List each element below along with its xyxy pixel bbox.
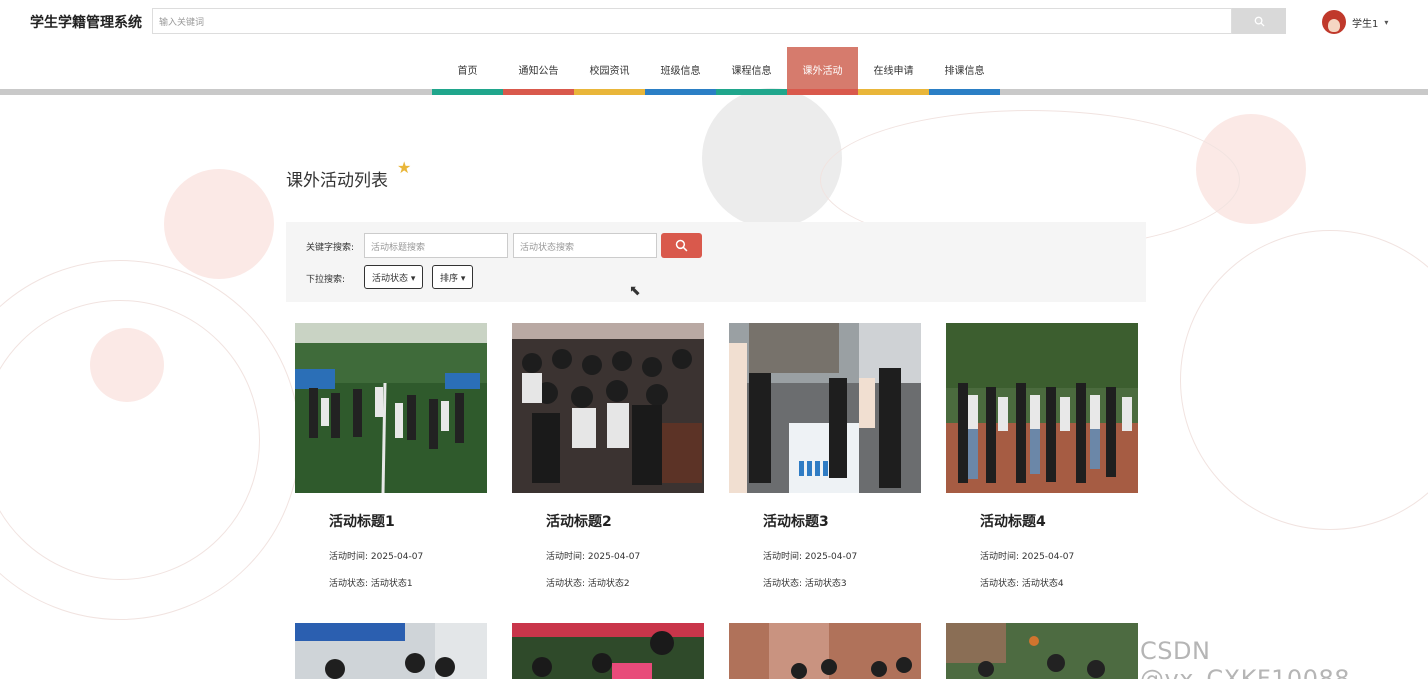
status-dropdown[interactable]: 活动状态 ▾ <box>364 265 424 289</box>
activity-card[interactable]: 活动标题2 活动时间: 2025-04-07 活动状态: 活动状态2 <box>512 323 704 613</box>
search-icon <box>1254 16 1265 27</box>
nav-item-label: 课程信息 <box>731 66 772 77</box>
app-brand[interactable]: 学生学籍管理系统 <box>30 12 142 32</box>
nav-item-color-bar <box>858 89 929 95</box>
filter-search-button[interactable] <box>661 233 702 258</box>
sort-dropdown[interactable]: 排序 ▾ <box>432 265 474 289</box>
activity-photo <box>512 623 704 679</box>
nav-item-color-bar <box>929 89 1000 95</box>
activity-time: 活动时间: 2025-04-07 <box>980 552 1075 562</box>
activity-title: 活动标题3 <box>763 514 829 530</box>
nav-item-color-bar <box>787 89 858 95</box>
nav-item[interactable]: 排课信息 <box>929 47 1000 95</box>
watermark: CSDN @vx_CXKF10088 <box>1140 637 1350 679</box>
dropdown-search-label: 下拉搜索: <box>306 275 346 285</box>
avatar <box>1322 10 1346 34</box>
nav-item[interactable]: 首页 <box>432 47 503 95</box>
activity-status: 活动状态: 活动状态4 <box>980 579 1064 589</box>
username: 学生1 <box>1352 18 1379 30</box>
search-icon <box>675 239 688 252</box>
activity-photo <box>295 323 487 493</box>
activity-time: 活动时间: 2025-04-07 <box>546 552 641 562</box>
nav-item-label: 通知公告 <box>518 66 559 77</box>
activity-status: 活动状态: 活动状态2 <box>546 579 630 589</box>
activity-photo <box>946 623 1138 679</box>
nav-item-color-bar <box>503 89 574 95</box>
nav-item[interactable]: 在线申请 <box>858 47 929 95</box>
activity-photo <box>295 623 487 679</box>
activity-photo <box>729 623 921 679</box>
activity-card[interactable]: 活动标题3 活动时间: 2025-04-07 活动状态: 活动状态3 <box>729 323 921 613</box>
title-search-input[interactable]: 活动标题搜索 <box>364 233 508 258</box>
background-circle <box>164 169 274 279</box>
status-search-input[interactable]: 活动状态搜索 <box>513 233 657 258</box>
search-input[interactable]: 输入关键词 <box>152 8 1232 34</box>
nav-item-color-bar <box>716 89 787 95</box>
page-title: 课外活动列表 <box>286 171 388 191</box>
nav-item-label: 班级信息 <box>660 66 701 77</box>
activity-status: 活动状态: 活动状态3 <box>763 579 847 589</box>
caret-down-icon: ▾ <box>458 274 466 284</box>
activity-time: 活动时间: 2025-04-07 <box>763 552 858 562</box>
caret-down-icon: ▾ <box>1384 17 1389 27</box>
nav-item[interactable]: 校园资讯 <box>574 47 645 95</box>
activity-card[interactable] <box>946 623 1138 679</box>
background-circle <box>702 88 842 228</box>
caret-down-icon: ▾ <box>408 274 416 284</box>
nav-item[interactable]: 课程信息 <box>716 47 787 95</box>
search-button[interactable] <box>1232 8 1286 34</box>
top-bar: 学生学籍管理系统 输入关键词 学生1 ▾ <box>0 0 1428 44</box>
activity-title: 活动标题4 <box>980 514 1046 530</box>
activity-card[interactable]: 活动标题1 活动时间: 2025-04-07 活动状态: 活动状态1 <box>295 323 487 613</box>
nav-item-color-bar <box>645 89 716 95</box>
activity-photo <box>946 323 1138 493</box>
nav-item[interactable]: 班级信息 <box>645 47 716 95</box>
activity-card[interactable] <box>512 623 704 679</box>
nav-item[interactable]: 课外活动 <box>787 47 858 95</box>
activity-card[interactable] <box>295 623 487 679</box>
activity-photo <box>729 323 921 493</box>
activity-card[interactable] <box>729 623 921 679</box>
nav-item-label: 课外活动 <box>802 66 843 77</box>
activity-status: 活动状态: 活动状态1 <box>329 579 413 589</box>
nav-item-color-bar <box>574 89 645 95</box>
nav-item-label: 排课信息 <box>944 66 985 77</box>
activity-title: 活动标题2 <box>546 514 612 530</box>
activity-card[interactable]: 活动标题4 活动时间: 2025-04-07 活动状态: 活动状态4 <box>946 323 1138 613</box>
nav-item-label: 校园资讯 <box>589 66 630 77</box>
background-swirl <box>1180 230 1428 530</box>
nav-item[interactable]: 通知公告 <box>503 47 574 95</box>
mouse-cursor: ⬉ <box>629 283 641 299</box>
activity-time: 活动时间: 2025-04-07 <box>329 552 424 562</box>
nav-item-color-bar <box>432 89 503 95</box>
activity-title: 活动标题1 <box>329 514 395 530</box>
user-menu[interactable]: 学生1 ▾ <box>1322 8 1388 36</box>
nav-item-label: 在线申请 <box>873 66 914 77</box>
activity-photo <box>512 323 704 493</box>
star-icon: ★ <box>397 158 412 177</box>
sort-dropdown-label: 排序 <box>440 274 459 284</box>
status-dropdown-label: 活动状态 <box>372 274 409 284</box>
keyword-search-label: 关键字搜索: <box>306 243 355 253</box>
nav-item-label: 首页 <box>457 66 478 77</box>
